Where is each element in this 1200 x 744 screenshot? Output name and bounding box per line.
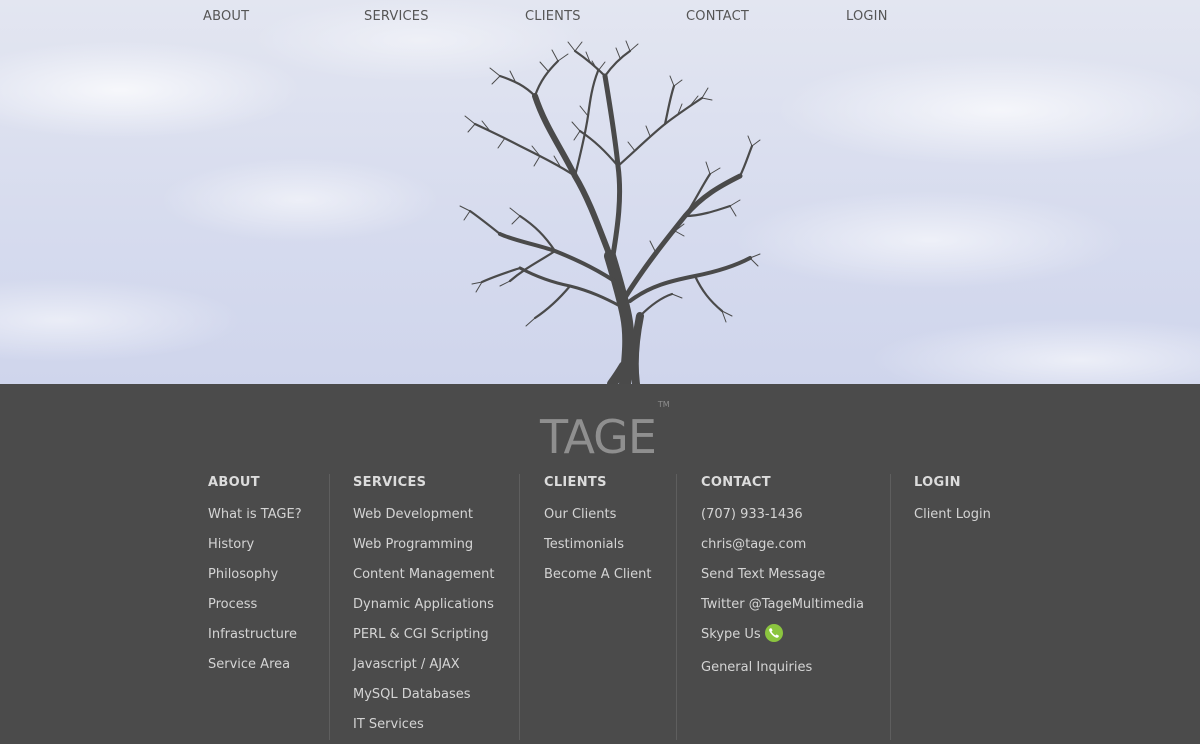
footer-link-become-client[interactable]: Become A Client — [544, 567, 651, 582]
footer-link-our-clients[interactable]: Our Clients — [544, 507, 616, 522]
bare-tree-icon — [459, 40, 761, 384]
footer-link-history[interactable]: History — [208, 537, 254, 552]
hero-banner: ABOUT SERVICES CLIENTS CONTACT LOGIN — [0, 0, 1200, 384]
footer-link-process[interactable]: Process — [208, 597, 257, 612]
footer-link-twitter[interactable]: Twitter @TageMultimedia — [701, 597, 864, 612]
skype-label: Skype Us — [701, 627, 761, 642]
nav-login[interactable]: LOGIN — [846, 9, 888, 24]
nav-contact[interactable]: CONTACT — [686, 9, 749, 24]
footer-link-what-is-tage[interactable]: What is TAGE? — [208, 507, 302, 522]
footer-column-about: ABOUT What is TAGE? History Philosophy P… — [208, 474, 302, 684]
footer-link-infrastructure[interactable]: Infrastructure — [208, 627, 297, 642]
footer-column-contact: CONTACT (707) 933-1436 chris@tage.com Se… — [701, 474, 864, 687]
trademark-mark: TM — [657, 399, 670, 409]
column-divider — [890, 474, 891, 740]
brand-name: TAGE — [540, 410, 657, 464]
site-footer: TAGETM ABOUT What is TAGE? History Philo… — [0, 384, 1200, 740]
footer-link-dynamic-applications[interactable]: Dynamic Applications — [353, 597, 494, 612]
column-divider — [329, 474, 330, 740]
footer-heading-clients: CLIENTS — [544, 475, 607, 490]
footer-link-it-services[interactable]: IT Services — [353, 717, 424, 732]
footer-link-mysql[interactable]: MySQL Databases — [353, 687, 471, 702]
footer-link-send-text[interactable]: Send Text Message — [701, 567, 825, 582]
footer-link-content-management[interactable]: Content Management — [353, 567, 494, 582]
footer-link-phone[interactable]: (707) 933-1436 — [701, 507, 803, 522]
footer-link-skype[interactable]: Skype Us — [701, 623, 783, 642]
nav-about[interactable]: ABOUT — [203, 9, 249, 24]
footer-link-perl-cgi[interactable]: PERL & CGI Scripting — [353, 627, 489, 642]
footer-column-login: LOGIN Client Login — [914, 474, 991, 534]
footer-link-service-area[interactable]: Service Area — [208, 657, 290, 672]
footer-link-web-programming[interactable]: Web Programming — [353, 537, 473, 552]
skype-phone-icon — [764, 623, 783, 642]
footer-link-philosophy[interactable]: Philosophy — [208, 567, 278, 582]
footer-link-web-development[interactable]: Web Development — [353, 507, 473, 522]
footer-column-services: SERVICES Web Development Web Programming… — [353, 474, 494, 744]
brand-logo[interactable]: TAGETM — [540, 400, 670, 460]
footer-link-javascript-ajax[interactable]: Javascript / AJAX — [353, 657, 460, 672]
nav-clients[interactable]: CLIENTS — [525, 9, 581, 24]
nav-services[interactable]: SERVICES — [364, 9, 429, 24]
footer-link-email[interactable]: chris@tage.com — [701, 537, 806, 552]
footer-heading-services: SERVICES — [353, 475, 427, 490]
column-divider — [676, 474, 677, 740]
footer-link-testimonials[interactable]: Testimonials — [544, 537, 624, 552]
footer-heading-contact: CONTACT — [701, 475, 771, 490]
footer-heading-login: LOGIN — [914, 475, 961, 490]
footer-heading-about: ABOUT — [208, 475, 260, 490]
footer-link-client-login[interactable]: Client Login — [914, 507, 991, 522]
footer-column-clients: CLIENTS Our Clients Testimonials Become … — [544, 474, 651, 594]
top-navigation: ABOUT SERVICES CLIENTS CONTACT LOGIN — [0, 0, 1200, 32]
column-divider — [519, 474, 520, 740]
footer-link-general-inquiries[interactable]: General Inquiries — [701, 660, 812, 675]
